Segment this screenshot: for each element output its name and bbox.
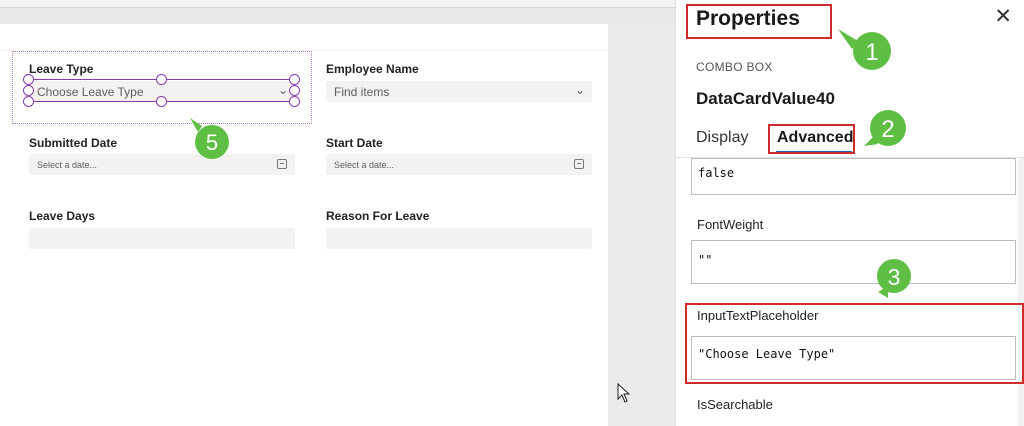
close-icon[interactable]: ✕ bbox=[994, 6, 1012, 27]
step-badge-1: 1 bbox=[836, 27, 894, 78]
control-type-label: COMBO BOX bbox=[696, 60, 773, 74]
step-badge-3: 3 bbox=[874, 256, 914, 305]
calendar-icon[interactable] bbox=[574, 159, 584, 169]
leave-days-label: Leave Days bbox=[29, 209, 96, 223]
resize-handle-top-left[interactable] bbox=[23, 74, 34, 85]
step-badge-5: 5 bbox=[188, 116, 232, 167]
employee-name-combobox[interactable]: Find items ⌄ bbox=[326, 81, 592, 102]
resize-handle-bottom-right[interactable] bbox=[289, 96, 300, 107]
submitted-date-label: Submitted Date bbox=[29, 136, 118, 150]
step-badge-5-number: 5 bbox=[206, 130, 218, 155]
highlight-inputtextplaceholder bbox=[685, 303, 1024, 384]
resize-handle-right[interactable] bbox=[289, 85, 300, 96]
mouse-cursor-icon bbox=[617, 382, 631, 408]
resize-handle-left[interactable] bbox=[23, 85, 34, 96]
reason-for-leave-input[interactable] bbox=[326, 228, 592, 249]
highlight-properties-title bbox=[686, 4, 832, 39]
fontweight-input[interactable]: "" bbox=[691, 240, 1016, 284]
resize-handle-bottom-left[interactable] bbox=[23, 96, 34, 107]
step-badge-3-number: 3 bbox=[888, 264, 901, 290]
employee-name-label: Employee Name bbox=[326, 62, 419, 76]
calendar-icon[interactable] bbox=[277, 159, 287, 169]
resize-handle-top-right[interactable] bbox=[289, 74, 300, 85]
reason-for-leave-label: Reason For Leave bbox=[326, 209, 430, 223]
issearchable-label: IsSearchable bbox=[697, 397, 773, 412]
submitted-date-picker[interactable]: Select a date... bbox=[29, 154, 295, 175]
step-badge-2-number: 2 bbox=[881, 116, 894, 143]
step-badge-1-number: 1 bbox=[865, 39, 878, 66]
tab-display[interactable]: Display bbox=[696, 129, 748, 147]
highlight-advanced-tab bbox=[768, 124, 855, 154]
start-date-picker[interactable]: Select a date... bbox=[326, 154, 592, 175]
resize-handle-bottom[interactable] bbox=[156, 96, 167, 107]
leave-days-input[interactable] bbox=[29, 228, 295, 249]
step-badge-2: 2 bbox=[862, 108, 906, 157]
fontweight-label: FontWeight bbox=[697, 217, 764, 232]
previous-property-input[interactable]: false bbox=[691, 158, 1016, 195]
employee-name-placeholder: Find items bbox=[334, 85, 390, 99]
start-date-label: Start Date bbox=[326, 136, 383, 150]
chevron-down-icon[interactable]: ⌄ bbox=[575, 83, 585, 97]
control-name: DataCardValue40 bbox=[696, 89, 835, 108]
start-date-placeholder: Select a date... bbox=[334, 160, 395, 170]
submitted-date-placeholder: Select a date... bbox=[37, 160, 98, 170]
panel-scrollbar[interactable] bbox=[1018, 158, 1024, 426]
resize-handle-top[interactable] bbox=[156, 74, 167, 85]
canvas-gutter bbox=[608, 24, 675, 426]
